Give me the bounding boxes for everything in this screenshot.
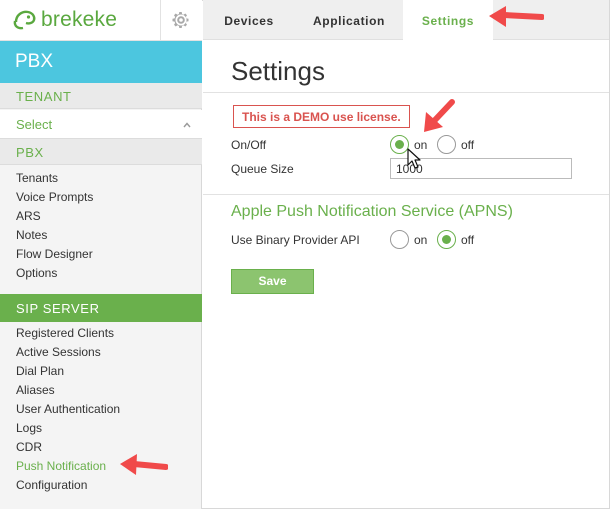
binary-api-on-label: on	[414, 233, 428, 247]
sidebar-item-active-sessions[interactable]: Active Sessions	[0, 343, 202, 362]
onoff-off-label: off	[461, 138, 475, 152]
tenant-select[interactable]: Select	[0, 110, 202, 139]
tab-devices[interactable]: Devices	[217, 0, 281, 40]
top-tab-bar: Devices Application Settings	[203, 0, 609, 41]
logo-text: brekeke	[41, 8, 118, 31]
logo-divider	[160, 0, 161, 41]
sidebar: brekeke PBX TENANT Select PBX Tenants Vo…	[0, 0, 202, 509]
divider	[203, 92, 609, 93]
brekeke-logo[interactable]: brekeke	[12, 6, 117, 34]
sip-nav-list: Registered Clients Active Sessions Dial …	[0, 324, 202, 495]
tab-settings[interactable]: Settings	[403, 0, 493, 41]
sidebar-item-user-authentication[interactable]: User Authentication	[0, 400, 202, 419]
tab-application[interactable]: Application	[309, 0, 389, 40]
sidebar-item-push-notification[interactable]: Push Notification	[0, 457, 202, 476]
apns-section-title: Apple Push Notification Service (APNS)	[231, 203, 513, 220]
binary-api-on-radio[interactable]	[390, 230, 409, 249]
sidebar-item-configuration[interactable]: Configuration	[0, 476, 202, 495]
sidebar-pbx-header[interactable]: PBX	[0, 41, 202, 83]
sidebar-item-logs[interactable]: Logs	[0, 419, 202, 438]
queue-size-label: Queue Size	[231, 162, 294, 176]
save-button[interactable]: Save	[231, 269, 314, 294]
sidebar-item-dial-plan[interactable]: Dial Plan	[0, 362, 202, 381]
sidebar-item-cdr[interactable]: CDR	[0, 438, 202, 457]
annotation-arrow-icon	[424, 99, 455, 132]
binary-api-off-label: off	[461, 233, 475, 247]
tenant-select-label: Select	[16, 117, 53, 132]
annotation-arrow-icon	[489, 6, 544, 27]
page-title: Settings	[231, 56, 325, 86]
sidebar-item-aliases[interactable]: Aliases	[0, 381, 202, 400]
onoff-off-radio[interactable]	[437, 135, 456, 154]
sidebar-item-tenants[interactable]: Tenants	[0, 169, 202, 188]
sidebar-item-notes[interactable]: Notes	[0, 226, 202, 245]
logo-bar: brekeke	[0, 0, 202, 41]
sidebar-item-registered-clients[interactable]: Registered Clients	[0, 324, 202, 343]
pbx-section-header: PBX	[0, 139, 202, 165]
annotation-arrow-icon	[120, 454, 168, 475]
pbx-nav-list: Tenants Voice Prompts ARS Notes Flow Des…	[0, 169, 202, 283]
mouse-cursor-icon	[407, 148, 421, 169]
binary-api-off-radio[interactable]	[437, 230, 456, 249]
gear-icon[interactable]	[171, 10, 191, 30]
sidebar-item-flow-designer[interactable]: Flow Designer	[0, 245, 202, 264]
tenant-section-header: TENANT	[0, 83, 202, 109]
sidebar-item-voice-prompts[interactable]: Voice Prompts	[0, 188, 202, 207]
divider	[203, 194, 609, 195]
sidebar-item-options[interactable]: Options	[0, 264, 202, 283]
brekeke-logo-icon	[13, 10, 36, 30]
sip-server-section-header: SIP SERVER	[0, 294, 202, 322]
demo-license-notice: This is a DEMO use license.	[233, 105, 410, 128]
onoff-label: On/Off	[231, 138, 267, 152]
binary-api-label: Use Binary Provider API	[231, 233, 360, 247]
chevron-up-icon	[183, 122, 191, 128]
sidebar-item-ars[interactable]: ARS	[0, 207, 202, 226]
